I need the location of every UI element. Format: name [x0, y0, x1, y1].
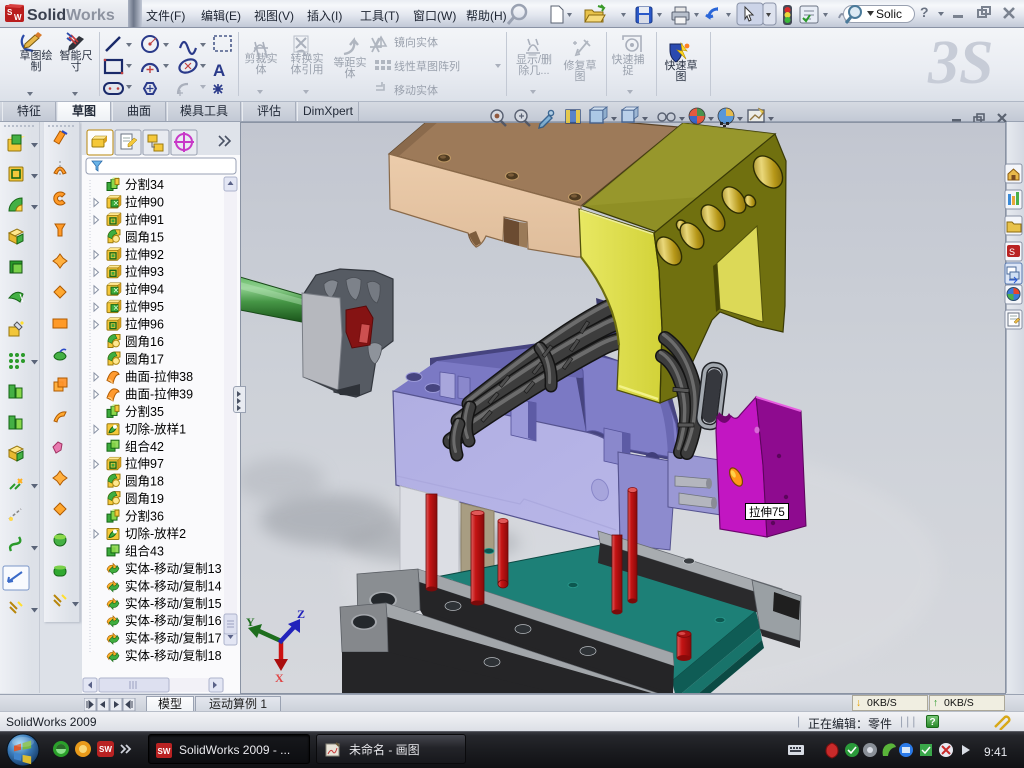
svg-text:W: W: [14, 13, 22, 22]
svg-text:拉伸94: 拉伸94: [125, 282, 164, 297]
svg-text:实体-移动/复制15: 实体-移动/复制15: [125, 596, 222, 611]
svg-text:A: A: [213, 61, 225, 80]
svg-text:实体-移动/复制14: 实体-移动/复制14: [125, 578, 222, 593]
svg-text:S: S: [1009, 247, 1015, 257]
svg-text:圆角16: 圆角16: [125, 335, 164, 349]
svg-text:实体-移动/复制18: 实体-移动/复制18: [125, 648, 222, 663]
svg-text:实体-移动/复制16: 实体-移动/复制16: [125, 613, 222, 628]
svg-text:组合42: 组合42: [125, 439, 164, 454]
svg-text:Z: Z: [297, 607, 305, 621]
svg-text:拉伸93: 拉伸93: [125, 264, 164, 279]
svg-text:圆角17: 圆角17: [125, 353, 164, 367]
svg-text:分割36: 分割36: [125, 509, 164, 524]
svg-text:拉伸95: 拉伸95: [125, 299, 164, 314]
svg-text:X: X: [275, 671, 284, 685]
svg-text:曲面-拉伸38: 曲面-拉伸38: [125, 369, 193, 384]
svg-text:切除-放样2: 切除-放样2: [125, 526, 186, 541]
svg-text:SW: SW: [158, 747, 171, 756]
svg-text:组合43: 组合43: [125, 543, 164, 558]
svg-text:Y: Y: [246, 615, 255, 629]
svg-text:曲面-拉伸39: 曲面-拉伸39: [125, 386, 193, 401]
svg-text:实体-移动/复制13: 实体-移动/复制13: [125, 561, 222, 576]
svg-text:切除-放样1: 切除-放样1: [125, 421, 186, 436]
svg-text:实体-移动/复制17: 实体-移动/复制17: [125, 631, 222, 646]
svg-text:拉伸91: 拉伸91: [125, 212, 164, 227]
svg-text:拉伸97: 拉伸97: [125, 456, 164, 471]
svg-text:分割34: 分割34: [125, 177, 164, 192]
svg-text:SolidWorks: SolidWorks: [27, 7, 115, 24]
svg-text:圆角18: 圆角18: [125, 475, 164, 489]
svg-text:分割35: 分割35: [125, 404, 164, 419]
svg-text:拉伸96: 拉伸96: [125, 317, 164, 332]
svg-text:圆角19: 圆角19: [125, 492, 164, 506]
svg-text:拉伸92: 拉伸92: [125, 247, 164, 262]
svg-text:拉伸90: 拉伸90: [125, 195, 164, 210]
svg-text:拉伸75: 拉伸75: [749, 505, 785, 519]
svg-text:S: S: [7, 8, 13, 17]
svg-text:Solic: Solic: [876, 7, 902, 21]
svg-text:SW: SW: [99, 745, 112, 754]
svg-text:圆角15: 圆角15: [125, 230, 164, 244]
